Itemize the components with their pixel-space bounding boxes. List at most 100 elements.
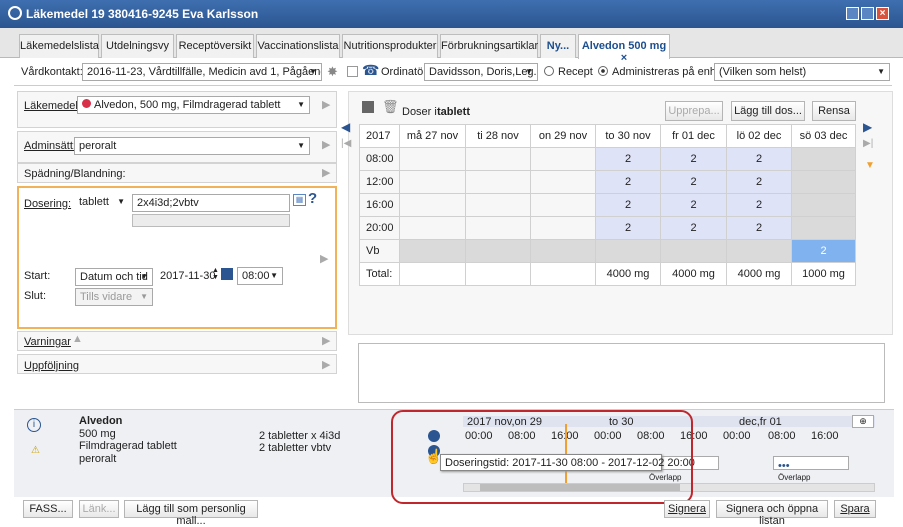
expand-arrow-icon[interactable]: ▶	[322, 98, 330, 111]
expand-arrow-icon[interactable]: ▶	[320, 252, 328, 265]
dosering-input[interactable]: 2x4i3d;2vbtv	[132, 194, 290, 212]
timeline-date-3: dec,fr 01	[739, 416, 782, 428]
nav-first-icon[interactable]: |◀	[341, 138, 351, 149]
vardkontakt-select[interactable]: 2016-11-23, Vårdtillfälle, Medicin avd 1…	[82, 63, 322, 81]
chevron-down-icon: ▼	[297, 141, 305, 150]
admin-radio[interactable]	[598, 66, 608, 76]
help-icon[interactable]: ?	[308, 190, 317, 207]
day-header: sö 03 dec	[791, 124, 856, 148]
timeline-time: 08:00	[768, 430, 796, 442]
timeline-time: 16:00	[811, 430, 839, 442]
day-header: lö 02 dec	[726, 124, 792, 148]
spadning-label: Spädning/Blandning:	[24, 168, 126, 180]
dosering-secondary-input[interactable]	[132, 214, 290, 227]
nav-right-icon[interactable]: ▶	[863, 120, 872, 134]
notes-textarea[interactable]	[358, 343, 885, 403]
recept-radio[interactable]	[544, 66, 554, 76]
tab-lakemedelslista[interactable]: Läkemedelslista	[19, 34, 99, 58]
day-header: to 30 nov	[595, 124, 661, 148]
add-template-button[interactable]: Lägg till som personlig mall...	[124, 500, 258, 527]
table-row: Vb 2	[359, 239, 856, 263]
info-icon[interactable]: i	[27, 418, 41, 432]
ordinator-select[interactable]: Davidsson, Doris,Leg... ▼	[424, 63, 538, 81]
chevron-down-icon: ▼	[140, 272, 148, 281]
calendar-icon[interactable]	[221, 268, 233, 280]
tab-receptoversikt[interactable]: Receptöversikt	[176, 34, 254, 58]
zoom-icon[interactable]: ⊕	[852, 415, 874, 428]
table-row: Total: 4000 mg 4000 mg 4000 mg 1000 mg	[359, 262, 856, 286]
tab-forbrukningsartiklar[interactable]: Förbrukningsartiklar	[440, 34, 538, 58]
expand-arrow-icon[interactable]: ▶	[322, 166, 330, 179]
table-row: 12:00 2 2 2	[359, 170, 856, 194]
calculator-icon[interactable]: ▦	[293, 194, 306, 206]
upprepa-button[interactable]: Upprepa...	[665, 101, 723, 121]
table-row: 16:00 2 2 2	[359, 193, 856, 217]
phone-icon: ☎	[362, 62, 380, 78]
chevron-down-icon: ▼	[270, 271, 278, 280]
minimize-icon[interactable]	[846, 7, 859, 20]
expand-arrow-icon[interactable]: ▶	[322, 358, 330, 371]
expand-arrow-icon[interactable]: ▶	[322, 138, 330, 151]
dosering-unit-select[interactable]: tablett ▼	[75, 194, 129, 212]
spinner-icon[interactable]: ▲ ▼	[212, 267, 219, 281]
timeline-time: 00:00	[723, 430, 751, 442]
chevron-down-icon: ▼	[140, 292, 148, 301]
trash-icon[interactable]: 🗑	[382, 99, 399, 115]
drug-name: Alvedon	[79, 415, 123, 427]
uppfoljning-label: Uppföljning	[24, 360, 80, 372]
recept-label: Recept	[558, 66, 593, 78]
slut-select[interactable]: Tills vidare ▼	[75, 288, 153, 306]
signera-button[interactable]: Signera	[664, 500, 710, 518]
day-header: on 29 nov	[530, 124, 596, 148]
nav-left-icon[interactable]: ◀	[341, 120, 350, 134]
drug-form: Filmdragerad tablett	[79, 440, 177, 452]
add-dose-button[interactable]: Lägg till dos...	[731, 101, 805, 121]
admin-label: Administreras på enhet:	[612, 66, 729, 78]
drug-route: peroralt	[79, 453, 117, 465]
start-time-select[interactable]: 08:00 ▼	[237, 267, 283, 285]
expand-arrow-icon[interactable]: ▶	[322, 334, 330, 347]
admin-select[interactable]: (Vilken som helst) ▼	[714, 63, 890, 81]
spara-button[interactable]: Spara	[834, 500, 876, 518]
lakemedel-label: Läkemedel:	[24, 100, 81, 112]
tab-ny[interactable]: Ny...	[540, 34, 576, 58]
year-header: 2017	[359, 124, 400, 148]
tab-vaccinationslista[interactable]: Vaccinationslista	[256, 34, 340, 58]
window-title: Läkemedel 19 380416-9245 Eva Karlsson	[26, 7, 259, 21]
tab-alvedon[interactable]: Alvedon 500 mg ×	[578, 34, 670, 64]
ordinator-checkbox[interactable]	[347, 66, 358, 77]
close-icon[interactable]: ×	[876, 7, 889, 20]
fass-button[interactable]: FASS...	[23, 500, 73, 518]
nav-last-icon[interactable]: ▶|	[863, 138, 873, 149]
day-header: må 27 nov	[399, 124, 466, 148]
gear-icon[interactable]: ✸	[327, 64, 338, 80]
lakemedel-select[interactable]: Alvedon, 500 mg, Filmdragerad tablett ▼	[77, 96, 310, 114]
tab-bar: Läkemedelslista Utdelningsvy Receptövers…	[0, 28, 903, 64]
warning-icon: ▲	[72, 333, 83, 345]
restore-icon[interactable]	[861, 7, 874, 20]
lank-button[interactable]: Länk...	[79, 500, 119, 518]
highlight-annotation	[391, 410, 693, 504]
tab-nutritionsprodukter[interactable]: Nutritionsprodukter	[342, 34, 438, 58]
chevron-down-icon: ▼	[877, 67, 885, 76]
rensa-button[interactable]: Rensa	[812, 101, 856, 121]
day-header: fr 01 dec	[660, 124, 727, 148]
doser-unit: tablett	[437, 106, 470, 118]
table-view-icon[interactable]	[362, 101, 374, 113]
chevron-down-icon: ▼	[309, 67, 317, 76]
tab-utdelningsvy[interactable]: Utdelningsvy	[101, 34, 174, 58]
signera-oppna-button[interactable]: Signera och öppna listan	[716, 500, 828, 527]
warning-small-icon[interactable]: ⚠	[31, 445, 40, 456]
adminsatt-label: Adminsätt:	[24, 140, 76, 152]
vardkontakt-label: Vårdkontakt:	[21, 66, 83, 78]
varningar-label: Varningar	[24, 336, 71, 348]
overlap-label: Överlapp	[778, 473, 811, 482]
drug-strength: 500 mg	[79, 428, 116, 440]
adminsatt-select[interactable]: peroralt ▼	[74, 137, 310, 155]
start-type-select[interactable]: Datum och tid ▼	[75, 268, 153, 286]
collapse-down-icon[interactable]: ▼	[865, 160, 875, 171]
dose-line-2: 2 tabletter vbtv	[259, 442, 332, 454]
day-header: ti 28 nov	[465, 124, 531, 148]
start-date-field[interactable]: 2017-11-30	[160, 270, 215, 282]
overlap-dots: •••	[778, 460, 790, 472]
